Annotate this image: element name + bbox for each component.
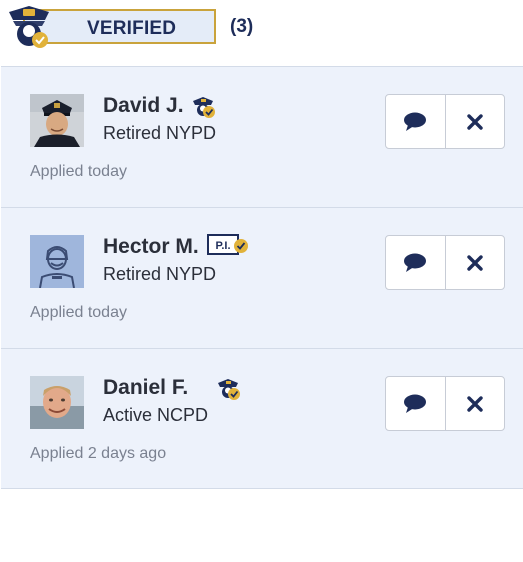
applicant-card[interactable]: Hector M. P.I. Retired NYPD Applied toda… bbox=[1, 207, 523, 348]
dismiss-button[interactable] bbox=[444, 236, 505, 289]
applied-time: Applied today bbox=[30, 163, 127, 180]
chat-bubble-icon bbox=[404, 394, 427, 413]
dismiss-button[interactable] bbox=[444, 377, 505, 430]
applied-time: Applied 2 days ago bbox=[30, 445, 167, 462]
applicant-list: David J. Retired NYPD Applied today Hect… bbox=[1, 66, 523, 489]
applicant-subtitle: Retired NYPD bbox=[103, 123, 217, 143]
close-icon bbox=[467, 395, 483, 412]
applicant-subtitle: Retired NYPD bbox=[103, 264, 217, 284]
action-group bbox=[385, 376, 505, 431]
applied-time: Applied today bbox=[30, 304, 127, 321]
action-group bbox=[385, 94, 505, 149]
header: VERIFIED (3) bbox=[0, 0, 523, 66]
message-button[interactable] bbox=[386, 95, 445, 148]
avatar bbox=[30, 235, 84, 288]
applicant-name: Hector M. bbox=[103, 235, 199, 258]
action-group bbox=[385, 235, 505, 290]
applicant-subtitle: Active NCPD bbox=[103, 405, 209, 425]
police-verified-icon bbox=[9, 6, 49, 48]
verified-tab[interactable]: VERIFIED bbox=[9, 6, 216, 48]
avatar bbox=[30, 94, 84, 147]
close-icon bbox=[467, 254, 483, 271]
avatar bbox=[30, 376, 84, 429]
pi-badge-text: P.I. bbox=[215, 240, 230, 252]
chat-bubble-icon bbox=[404, 253, 427, 272]
applicant-name: David J. bbox=[103, 94, 184, 117]
verified-tab-label: VERIFIED bbox=[87, 18, 177, 39]
message-button[interactable] bbox=[386, 236, 445, 289]
police-verified-icon bbox=[218, 379, 240, 400]
police-verified-icon bbox=[193, 97, 215, 118]
chat-bubble-icon bbox=[404, 112, 427, 131]
applicant-card[interactable]: Daniel F. Active NCPD Applied 2 days ago bbox=[1, 348, 523, 489]
applicant-card[interactable]: David J. Retired NYPD Applied today bbox=[1, 66, 523, 207]
close-icon bbox=[467, 113, 483, 130]
applicant-name: Daniel F. bbox=[103, 376, 189, 399]
message-button[interactable] bbox=[386, 377, 445, 430]
verified-count: (3) bbox=[230, 16, 254, 37]
pi-verified-icon: P.I. bbox=[207, 234, 251, 256]
dismiss-button[interactable] bbox=[444, 95, 505, 148]
